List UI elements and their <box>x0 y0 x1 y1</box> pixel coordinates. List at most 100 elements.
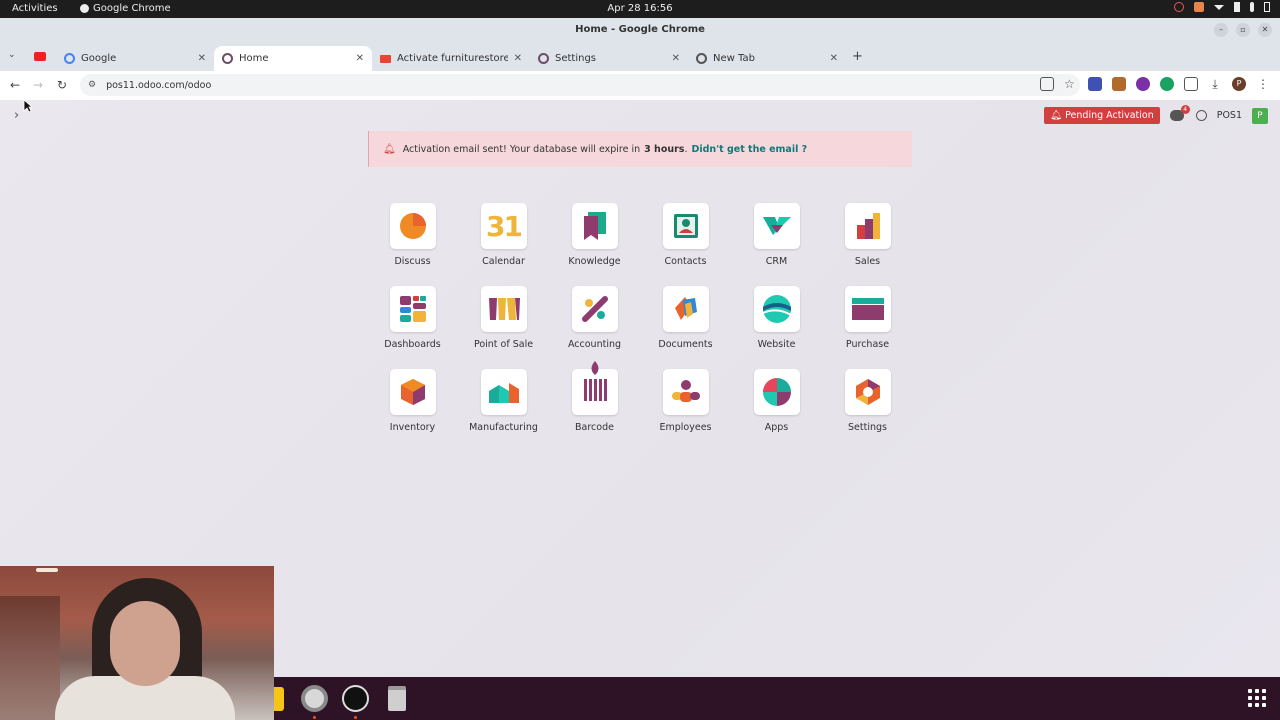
resend-email-link[interactable]: Didn't get the email ? <box>691 144 807 155</box>
app-sales[interactable]: Sales <box>822 203 913 267</box>
show-applications-icon[interactable] <box>1248 689 1266 707</box>
maximize-button[interactable]: ▫ <box>1236 23 1250 37</box>
close-tab-icon[interactable]: ✕ <box>198 53 206 64</box>
app-apps[interactable]: Apps <box>731 369 822 433</box>
calendar-icon: 31 <box>480 203 527 249</box>
app-label: CRM <box>765 256 788 267</box>
tab-gmail[interactable]: Activate furniturestore1 ✕ <box>372 46 530 71</box>
files-icon[interactable] <box>274 687 284 711</box>
pending-activation-label: Pending Activation <box>1065 110 1154 121</box>
app-label: Contacts <box>664 256 707 267</box>
alert-period: . <box>684 143 688 155</box>
install-app-icon[interactable] <box>1040 77 1054 91</box>
tab-search-icon[interactable]: ⌄ <box>8 50 20 62</box>
trash-icon[interactable] <box>388 686 406 711</box>
download-icon[interactable]: ⤓ <box>1208 77 1222 91</box>
chat-badge: 4 <box>1180 104 1190 114</box>
youtube-pinned-tab[interactable] <box>34 52 46 61</box>
app-label: Inventory <box>389 422 436 433</box>
knowledge-icon <box>571 203 618 249</box>
tab-new-tab[interactable]: New Tab ✕ <box>688 46 846 71</box>
activity-clock-icon[interactable] <box>1195 110 1207 121</box>
calendar-glyph: 31 <box>486 209 523 243</box>
sales-icon <box>844 203 891 249</box>
forward-icon[interactable]: → <box>33 78 43 92</box>
chrome-icon <box>80 4 89 13</box>
app-point-of-sale[interactable]: Point of Sale <box>458 286 549 350</box>
bookmark-star-icon[interactable]: ☆ <box>1064 77 1078 91</box>
app-label: Calendar <box>482 256 525 267</box>
apps-icon <box>753 369 800 415</box>
chrome-menu-icon[interactable]: ⋮ <box>1256 77 1270 91</box>
user-avatar[interactable]: P <box>1252 107 1268 124</box>
extensions-puzzle-icon[interactable] <box>1184 77 1198 91</box>
extension-icon-2[interactable] <box>1112 77 1126 91</box>
notification-icon <box>1194 2 1204 12</box>
running-indicator <box>354 716 357 719</box>
odoo-icon <box>222 53 233 64</box>
app-settings[interactable]: Settings <box>822 369 913 433</box>
profile-avatar[interactable]: P <box>1232 77 1246 91</box>
close-tab-icon[interactable]: ✕ <box>514 53 522 64</box>
app-barcode[interactable]: Barcode <box>549 361 640 433</box>
tab-title: Google <box>81 53 117 64</box>
google-icon <box>64 53 75 64</box>
app-knowledge[interactable]: Knowledge <box>549 203 640 267</box>
app-employees[interactable]: Employees <box>640 369 731 433</box>
app-label: Purchase <box>845 339 890 350</box>
app-calendar[interactable]: 31 Calendar <box>458 203 549 267</box>
app-label: Website <box>757 339 796 350</box>
clock[interactable]: Apr 28 16:56 <box>0 3 1280 14</box>
webcam-overlay <box>0 566 274 720</box>
address-bar[interactable]: ⚙ pos11.odoo.com/odoo <box>80 74 1080 96</box>
alert-text: Activation email sent! Your database wil… <box>402 143 641 155</box>
app-inventory[interactable]: Inventory <box>367 369 458 433</box>
app-dashboards[interactable]: Dashboards <box>367 286 458 350</box>
screen-record-icon <box>1174 2 1184 12</box>
system-settings-icon[interactable] <box>301 685 328 712</box>
app-documents[interactable]: Documents <box>640 286 731 350</box>
extension-icon-1[interactable] <box>1088 77 1102 91</box>
messaging-button[interactable]: 4 <box>1169 104 1190 123</box>
close-button[interactable]: ✕ <box>1258 23 1272 37</box>
pending-activation-button[interactable]: 🔔︎ Pending Activation <box>1044 107 1160 124</box>
system-tray[interactable] <box>1174 2 1270 12</box>
close-tab-icon[interactable]: ✕ <box>672 53 680 64</box>
company-switcher[interactable]: POS1 <box>1217 110 1242 121</box>
app-name-label: Google Chrome <box>93 3 171 14</box>
extension-icon-4[interactable] <box>1160 77 1174 91</box>
app-crm[interactable]: CRM <box>731 203 822 267</box>
chevron-right-icon[interactable]: › <box>14 108 19 123</box>
tab-google[interactable]: Google ✕ <box>56 46 214 71</box>
minimize-button[interactable]: – <box>1214 23 1228 37</box>
app-contacts[interactable]: Contacts <box>640 203 731 267</box>
app-label: Manufacturing <box>469 422 538 433</box>
odoo-systray: 🔔︎ Pending Activation 4 POS1 P <box>1044 104 1268 124</box>
discuss-icon <box>389 203 436 249</box>
site-info-icon[interactable]: ⚙ <box>88 80 96 90</box>
extension-icon-3[interactable] <box>1136 77 1150 91</box>
app-menu[interactable]: Google Chrome <box>80 3 171 14</box>
close-tab-icon[interactable]: ✕ <box>356 53 364 64</box>
app-purchase[interactable]: Purchase <box>822 286 913 350</box>
back-icon[interactable]: ← <box>10 78 20 92</box>
app-manufacturing[interactable]: Manufacturing <box>458 369 549 433</box>
purchase-icon <box>844 286 891 332</box>
barcode-icon <box>571 361 618 415</box>
app-discuss[interactable]: Discuss <box>367 203 458 267</box>
app-accounting[interactable]: Accounting <box>549 286 640 350</box>
tab-home[interactable]: Home ✕ <box>214 46 372 71</box>
bell-icon: 🔔︎ <box>383 143 396 155</box>
contacts-icon <box>662 203 709 249</box>
app-label: Documents <box>658 339 713 350</box>
activities-button[interactable]: Activities <box>12 3 58 14</box>
os-top-bar: Activities Google Chrome Apr 28 16:56 <box>0 0 1280 18</box>
settings-icon <box>844 369 891 415</box>
tab-settings[interactable]: Settings ✕ <box>530 46 688 71</box>
obs-studio-icon[interactable] <box>342 685 369 712</box>
close-tab-icon[interactable]: ✕ <box>830 53 838 64</box>
new-tab-button[interactable]: + <box>852 49 863 64</box>
app-website[interactable]: Website <box>731 286 822 350</box>
app-label: Sales <box>854 256 881 267</box>
reload-icon[interactable]: ↻ <box>57 78 67 92</box>
